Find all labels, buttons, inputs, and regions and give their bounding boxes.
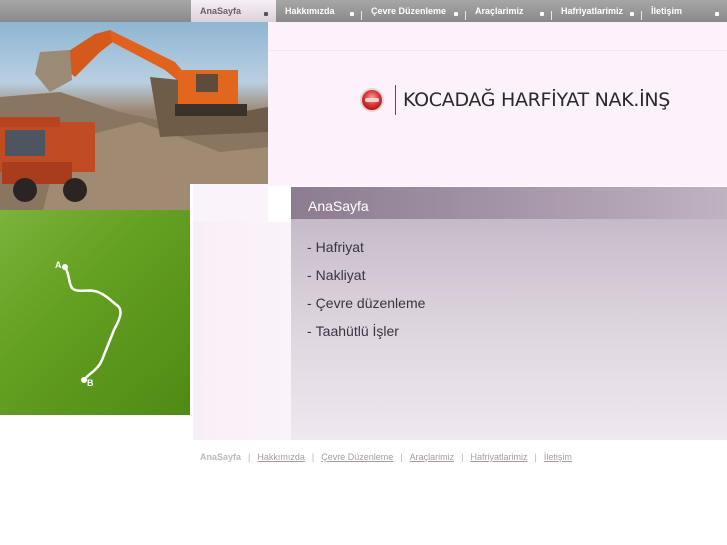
list-item-label: Nakliyat [315, 267, 366, 283]
footer-link-hakkimizda[interactable]: Hakkımızda [257, 452, 305, 462]
footer-link-hafriyatlarimiz[interactable]: Hafriyatlarimiz [470, 452, 527, 462]
nav-item-cevre-duzenleme[interactable]: Çevre Düzenleme [362, 0, 466, 22]
nav-item-hafriyatlarimiz[interactable]: Hafriyatlarimiz [552, 0, 642, 22]
route-map: A B [55, 260, 122, 388]
list-item-taahutlu-isler[interactable]: - Taahütlü İşler [307, 323, 425, 351]
list-item-label: Hafriyat [315, 239, 364, 255]
header-divider [268, 50, 727, 51]
nav-item-label: Araçlarimiz [475, 6, 524, 16]
nav-item-iletisim[interactable]: İletişim [642, 0, 727, 22]
footer-separator: | [461, 452, 464, 462]
page-title: AnaSayfa [308, 198, 369, 214]
route-map-panel: A B [0, 210, 190, 415]
list-dash: - [307, 239, 312, 255]
route-path [63, 266, 122, 381]
main-content: AnaSayfa - Hafriyat - Nakliyat - Çevre düze… [291, 187, 727, 440]
bullet-icon [264, 12, 268, 16]
brand: KOCADAĞ HARFİYAT NAK.İNŞ [360, 84, 670, 116]
footer-link-anasayfa[interactable]: AnaSayfa [200, 452, 241, 462]
nav-item-label: Hafriyatlarimiz [561, 6, 624, 16]
footer-link-araclarimiz[interactable]: Araçlarimiz [410, 452, 455, 462]
nav-item-label: AnaSayfa [200, 6, 242, 16]
bullet-icon [350, 12, 354, 16]
list-dash: - [307, 295, 312, 311]
list-item-label: Taahütlü İşler [315, 323, 399, 339]
bullet-icon [630, 12, 634, 16]
footer-link-cevre-duzenleme[interactable]: Çevre Düzenleme [321, 452, 393, 462]
bullet-icon [540, 12, 544, 16]
content-header: AnaSayfa [291, 187, 727, 219]
brand-separator [395, 85, 396, 115]
bullet-icon [715, 12, 719, 16]
list-dash: - [307, 267, 312, 283]
nav-item-label: Çevre Düzenleme [371, 6, 447, 16]
footer-link-iletisim[interactable]: İletişim [544, 452, 572, 462]
nav-item-label: İletişim [651, 6, 683, 16]
main-nav: AnaSayfa Hakkımızda Çevre Düzenleme Araç… [191, 0, 727, 22]
footer-separator: | [534, 452, 537, 462]
content-left-strip [193, 222, 291, 440]
bullet-icon [454, 12, 458, 16]
nav-item-anasayfa[interactable]: AnaSayfa [191, 0, 276, 22]
services-list: - Hafriyat - Nakliyat - Çevre düzenleme - Ta… [307, 239, 425, 351]
footer-separator: | [248, 452, 251, 462]
list-item-cevre-duzenleme[interactable]: - Çevre düzenleme [307, 295, 425, 323]
list-dash: - [307, 323, 312, 339]
list-item-hafriyat[interactable]: - Hafriyat [307, 239, 425, 267]
route-start-label: A [55, 260, 62, 270]
nav-item-hakkimizda[interactable]: Hakkımızda [276, 0, 362, 22]
route-end-label: B [87, 378, 94, 388]
list-item-label: Çevre düzenleme [315, 295, 426, 311]
nav-item-araclarimiz[interactable]: Araçlarimiz [466, 0, 552, 22]
logo-icon [360, 88, 384, 112]
nav-item-label: Hakkımızda [285, 6, 335, 16]
site-title: KOCADAĞ HARFİYAT NAK.İNŞ [403, 89, 671, 111]
footer-separator: | [400, 452, 403, 462]
list-item-nakliyat[interactable]: - Nakliyat [307, 267, 425, 295]
content-gap [193, 184, 268, 222]
footer-separator: | [311, 452, 315, 462]
route-start-marker [62, 264, 68, 270]
footer-links: AnaSayfa | Hakkımızda | Çevre Düzenleme … [200, 452, 572, 462]
